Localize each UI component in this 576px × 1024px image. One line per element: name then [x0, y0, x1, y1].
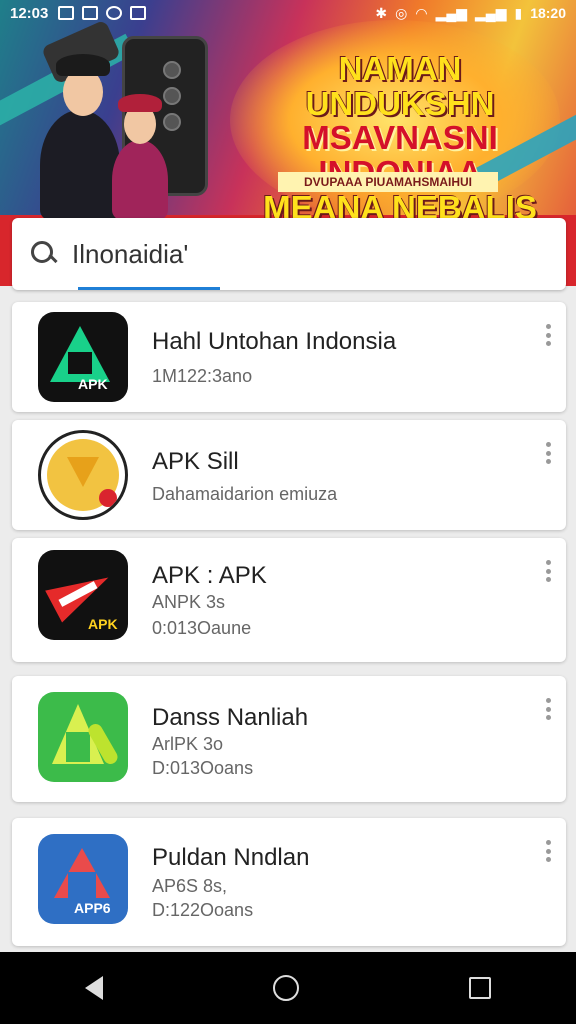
banner-subhead: DVUPAAA PIUAMAHSMAIHUI — [278, 172, 498, 192]
woman-hat — [118, 94, 162, 112]
app-meta: 1M122:3ano — [152, 366, 253, 386]
app-icon-label: APK — [88, 616, 118, 632]
list-item[interactable]: APP6 Puldan Nndlan AP6S 8s, D:122Ooans — [12, 818, 566, 946]
app-meta: ANPK 3s — [152, 592, 226, 612]
app-icon[interactable]: APK — [38, 550, 128, 640]
alert-icon — [106, 6, 123, 20]
list-item[interactable]: APK Hahl Untohan Indonsia 1M122:3ano — [12, 302, 566, 412]
home-icon[interactable] — [273, 975, 299, 1001]
gallery-icon — [130, 6, 147, 20]
search-bar[interactable] — [12, 218, 566, 290]
alarm-icon: ◎ — [395, 4, 408, 21]
man-figure — [40, 110, 120, 220]
list-item[interactable]: APK APK : APK ANPK 3s 0:013Oaune — [12, 538, 566, 662]
app-icon-label: APK — [78, 376, 108, 392]
app-icon-label: APP6 — [74, 900, 111, 916]
man-hat — [56, 54, 110, 76]
woman-figure — [112, 140, 168, 220]
navigation-bar — [0, 952, 576, 1024]
more-vert-icon[interactable] — [546, 324, 552, 346]
search-input[interactable] — [72, 238, 512, 270]
headline-line-1: NAMAN UNDUKSHN — [305, 50, 495, 122]
search-focus-underline — [78, 287, 220, 290]
app-screen: NAMAN UNDUKSHN MSAVNASNI INDONIAA MEANA … — [0, 0, 576, 1024]
app-meta: AP6S 8s, — [152, 876, 228, 896]
search-icon[interactable] — [30, 240, 58, 268]
app-icon[interactable]: APP6 — [38, 834, 128, 924]
back-icon[interactable] — [85, 976, 103, 1000]
status-bar: 12:03 ✱ ◎ ◠ ▂▄▆ ▂▄▆ ▮ 18:20 — [0, 0, 576, 26]
list-item[interactable]: Danss Nanliah ArlPK 3o D:013Ooans — [12, 676, 566, 802]
app-meta: D:013Ooans — [152, 758, 254, 778]
more-vert-icon[interactable] — [546, 560, 552, 582]
app-title[interactable]: APK Sill — [152, 448, 239, 476]
app-icon[interactable]: APK — [38, 312, 128, 402]
app-icon[interactable] — [38, 430, 128, 520]
status-time-right: 18:20 — [530, 5, 566, 21]
app-meta: Dahamaidarion emiuza — [152, 484, 338, 504]
app-title[interactable]: Hahl Untohan Indonsia — [152, 328, 396, 356]
app-meta: D:122Ooans — [152, 900, 254, 920]
banner-headline: NAMAN UNDUKSHN MSAVNASNI INDONIAA MEANA … — [240, 50, 560, 225]
bluetooth-icon: ✱ — [375, 4, 388, 21]
list-item[interactable]: APK Sill Dahamaidarion emiuza — [12, 420, 566, 530]
more-vert-icon[interactable] — [546, 698, 552, 720]
message-icon — [82, 6, 99, 20]
signal-icon: ▂▄▆ — [435, 4, 468, 21]
battery-icon: ▮ — [514, 4, 523, 21]
more-vert-icon[interactable] — [546, 442, 552, 464]
app-icon[interactable] — [38, 692, 128, 782]
signal-icon: ▂▄▆ — [475, 4, 507, 21]
app-meta: 0:013Oaune — [152, 618, 252, 638]
notification-icon — [58, 6, 75, 20]
more-vert-icon[interactable] — [546, 840, 552, 862]
app-meta: ArlPK 3o — [152, 734, 224, 754]
app-title[interactable]: APK : APK — [152, 562, 267, 590]
app-title[interactable]: Danss Nanliah — [152, 704, 308, 732]
status-time-left: 12:03 — [10, 4, 49, 22]
wifi-icon: ◠ — [415, 4, 428, 21]
app-title[interactable]: Puldan Nndlan — [152, 844, 309, 872]
recent-apps-icon[interactable] — [469, 977, 491, 999]
